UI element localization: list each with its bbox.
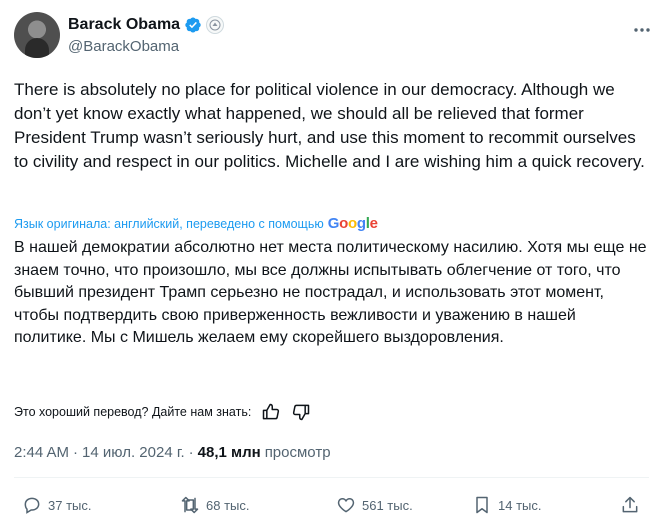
translation-feedback: Это хороший перевод? Дайте нам знать: (14, 402, 311, 422)
author-display-name[interactable]: Barack Obama (68, 16, 180, 34)
repost-count: 68 тыс. (206, 497, 250, 513)
author-handle[interactable]: @BarackObama (68, 38, 179, 55)
feedback-prompt: Это хороший перевод? Дайте нам знать: (14, 405, 252, 419)
avatar[interactable] (14, 12, 60, 58)
views-count: 48,1 млн (197, 444, 261, 461)
verified-badge-icon[interactable] (184, 16, 202, 34)
reply-button[interactable]: 37 тыс. (22, 490, 91, 520)
like-count: 561 тыс. (362, 497, 413, 513)
translation-note-label: Язык оригинала: английский, переведено с… (14, 216, 324, 231)
google-logo: Google (327, 215, 378, 232)
tweet-time[interactable]: 2:44 AM (14, 444, 69, 461)
divider (14, 477, 649, 478)
tweet-text: There is absolutely no place for politic… (14, 80, 645, 171)
heart-icon (337, 497, 355, 513)
thumbs-down-icon[interactable] (291, 402, 311, 422)
tweet-meta: 2:44 AM · 14 июл. 2024 г. · 48,1 млн про… (14, 444, 331, 461)
author-name-row: Barack Obama (68, 14, 225, 36)
meta-separator: · (73, 444, 79, 461)
government-seal-icon[interactable] (206, 16, 225, 34)
bookmark-button[interactable]: 14 тыс. (472, 490, 541, 520)
translation-note[interactable]: Язык оригинала: английский, переведено с… (14, 215, 378, 232)
reply-icon (24, 497, 40, 514)
meta-separator: · (188, 444, 194, 461)
action-bar: 37 тыс. 68 тыс. 561 тыс. 14 тыс. (14, 490, 650, 520)
share-button[interactable] (620, 490, 640, 520)
translated-text: В нашей демократии абсолютно нет места п… (14, 239, 647, 346)
reply-count: 37 тыс. (48, 497, 92, 513)
more-dots-icon[interactable] (630, 18, 654, 42)
repost-button[interactable]: 68 тыс. (180, 490, 249, 520)
tweet-header: Barack Obama @BarackObama (14, 12, 654, 62)
repost-icon (181, 496, 199, 514)
views-label: просмотр (264, 444, 331, 461)
share-icon (622, 496, 638, 513)
bookmark-count: 14 тыс. (498, 497, 542, 513)
thumbs-up-icon[interactable] (261, 402, 281, 422)
tweet-date[interactable]: 14 июл. 2024 г. (82, 444, 185, 461)
bookmark-icon (476, 496, 488, 514)
like-button[interactable]: 561 тыс. (336, 490, 413, 520)
